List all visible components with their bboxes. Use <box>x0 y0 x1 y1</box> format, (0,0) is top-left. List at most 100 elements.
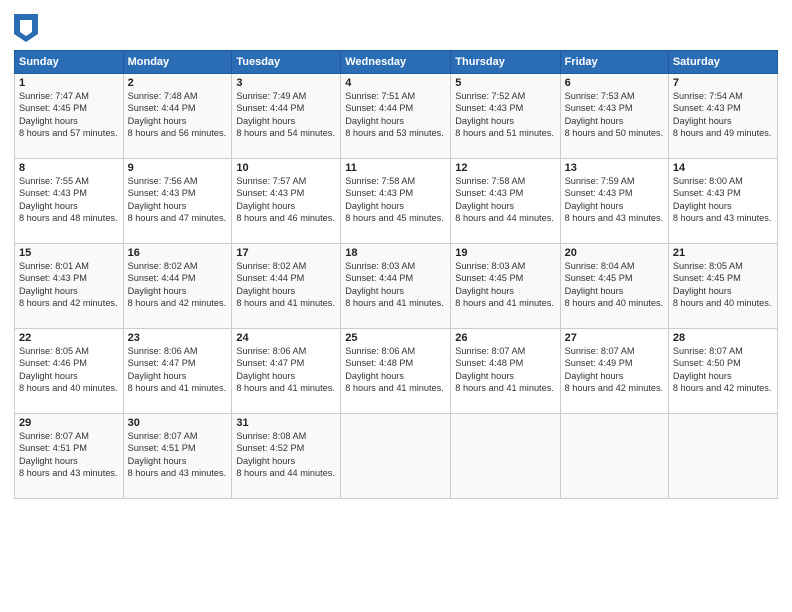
day-number: 15 <box>19 247 119 259</box>
calendar-header: SundayMondayTuesdayWednesdayThursdayFrid… <box>15 51 778 74</box>
calendar-cell: 10 Sunrise: 7:57 AMSunset: 4:43 PMDaylig… <box>232 159 341 244</box>
day-info: Sunrise: 8:03 AMSunset: 4:45 PMDaylight … <box>455 261 554 308</box>
day-info: Sunrise: 8:07 AMSunset: 4:48 PMDaylight … <box>455 346 554 393</box>
calendar-cell: 27 Sunrise: 8:07 AMSunset: 4:49 PMDaylig… <box>560 329 668 414</box>
calendar-week-row: 15 Sunrise: 8:01 AMSunset: 4:43 PMDaylig… <box>15 244 778 329</box>
calendar-cell: 26 Sunrise: 8:07 AMSunset: 4:48 PMDaylig… <box>451 329 560 414</box>
day-number: 17 <box>236 247 336 259</box>
day-number: 3 <box>236 77 336 89</box>
calendar-week-row: 22 Sunrise: 8:05 AMSunset: 4:46 PMDaylig… <box>15 329 778 414</box>
calendar-cell: 29 Sunrise: 8:07 AMSunset: 4:51 PMDaylig… <box>15 414 124 499</box>
day-info: Sunrise: 7:59 AMSunset: 4:43 PMDaylight … <box>565 176 664 223</box>
day-number: 19 <box>455 247 555 259</box>
day-info: Sunrise: 8:05 AMSunset: 4:46 PMDaylight … <box>19 346 118 393</box>
day-number: 23 <box>128 332 228 344</box>
calendar-cell: 31 Sunrise: 8:08 AMSunset: 4:52 PMDaylig… <box>232 414 341 499</box>
day-info: Sunrise: 7:51 AMSunset: 4:44 PMDaylight … <box>345 91 444 138</box>
calendar-cell: 1 Sunrise: 7:47 AMSunset: 4:45 PMDayligh… <box>15 74 124 159</box>
day-number: 13 <box>565 162 664 174</box>
calendar-body: 1 Sunrise: 7:47 AMSunset: 4:45 PMDayligh… <box>15 74 778 499</box>
day-info: Sunrise: 7:47 AMSunset: 4:45 PMDaylight … <box>19 91 118 138</box>
calendar-cell <box>668 414 777 499</box>
day-info: Sunrise: 8:03 AMSunset: 4:44 PMDaylight … <box>345 261 444 308</box>
day-number: 4 <box>345 77 446 89</box>
weekday-header: Sunday <box>15 51 124 74</box>
calendar-cell: 16 Sunrise: 8:02 AMSunset: 4:44 PMDaylig… <box>123 244 232 329</box>
day-number: 28 <box>673 332 773 344</box>
day-number: 26 <box>455 332 555 344</box>
day-number: 27 <box>565 332 664 344</box>
calendar-cell: 24 Sunrise: 8:06 AMSunset: 4:47 PMDaylig… <box>232 329 341 414</box>
day-info: Sunrise: 8:06 AMSunset: 4:47 PMDaylight … <box>236 346 335 393</box>
day-info: Sunrise: 7:55 AMSunset: 4:43 PMDaylight … <box>19 176 118 223</box>
day-info: Sunrise: 7:49 AMSunset: 4:44 PMDaylight … <box>236 91 335 138</box>
calendar-cell: 25 Sunrise: 8:06 AMSunset: 4:48 PMDaylig… <box>341 329 451 414</box>
day-number: 21 <box>673 247 773 259</box>
day-info: Sunrise: 8:02 AMSunset: 4:44 PMDaylight … <box>236 261 335 308</box>
day-info: Sunrise: 8:04 AMSunset: 4:45 PMDaylight … <box>565 261 664 308</box>
weekday-row: SundayMondayTuesdayWednesdayThursdayFrid… <box>15 51 778 74</box>
day-info: Sunrise: 8:02 AMSunset: 4:44 PMDaylight … <box>128 261 227 308</box>
day-info: Sunrise: 8:07 AMSunset: 4:50 PMDaylight … <box>673 346 772 393</box>
day-number: 30 <box>128 417 228 429</box>
day-number: 29 <box>19 417 119 429</box>
calendar-cell: 6 Sunrise: 7:53 AMSunset: 4:43 PMDayligh… <box>560 74 668 159</box>
calendar: SundayMondayTuesdayWednesdayThursdayFrid… <box>14 50 778 499</box>
day-info: Sunrise: 7:57 AMSunset: 4:43 PMDaylight … <box>236 176 335 223</box>
day-info: Sunrise: 7:58 AMSunset: 4:43 PMDaylight … <box>345 176 444 223</box>
day-info: Sunrise: 7:54 AMSunset: 4:43 PMDaylight … <box>673 91 772 138</box>
weekday-header: Thursday <box>451 51 560 74</box>
day-number: 10 <box>236 162 336 174</box>
day-info: Sunrise: 8:01 AMSunset: 4:43 PMDaylight … <box>19 261 118 308</box>
day-info: Sunrise: 8:06 AMSunset: 4:47 PMDaylight … <box>128 346 227 393</box>
day-info: Sunrise: 8:07 AMSunset: 4:51 PMDaylight … <box>128 431 227 478</box>
logo-icon <box>14 14 38 42</box>
day-number: 16 <box>128 247 228 259</box>
calendar-cell: 28 Sunrise: 8:07 AMSunset: 4:50 PMDaylig… <box>668 329 777 414</box>
calendar-cell: 12 Sunrise: 7:58 AMSunset: 4:43 PMDaylig… <box>451 159 560 244</box>
day-number: 18 <box>345 247 446 259</box>
calendar-cell: 14 Sunrise: 8:00 AMSunset: 4:43 PMDaylig… <box>668 159 777 244</box>
day-number: 24 <box>236 332 336 344</box>
day-info: Sunrise: 8:00 AMSunset: 4:43 PMDaylight … <box>673 176 772 223</box>
day-info: Sunrise: 8:07 AMSunset: 4:51 PMDaylight … <box>19 431 118 478</box>
day-number: 31 <box>236 417 336 429</box>
day-number: 2 <box>128 77 228 89</box>
main-container: SundayMondayTuesdayWednesdayThursdayFrid… <box>0 0 792 612</box>
day-info: Sunrise: 7:48 AMSunset: 4:44 PMDaylight … <box>128 91 227 138</box>
calendar-cell: 11 Sunrise: 7:58 AMSunset: 4:43 PMDaylig… <box>341 159 451 244</box>
day-info: Sunrise: 8:06 AMSunset: 4:48 PMDaylight … <box>345 346 444 393</box>
calendar-cell: 15 Sunrise: 8:01 AMSunset: 4:43 PMDaylig… <box>15 244 124 329</box>
day-info: Sunrise: 7:56 AMSunset: 4:43 PMDaylight … <box>128 176 227 223</box>
calendar-cell: 4 Sunrise: 7:51 AMSunset: 4:44 PMDayligh… <box>341 74 451 159</box>
weekday-header: Friday <box>560 51 668 74</box>
calendar-cell: 9 Sunrise: 7:56 AMSunset: 4:43 PMDayligh… <box>123 159 232 244</box>
day-number: 1 <box>19 77 119 89</box>
calendar-cell: 17 Sunrise: 8:02 AMSunset: 4:44 PMDaylig… <box>232 244 341 329</box>
calendar-cell: 22 Sunrise: 8:05 AMSunset: 4:46 PMDaylig… <box>15 329 124 414</box>
calendar-cell <box>341 414 451 499</box>
day-number: 11 <box>345 162 446 174</box>
calendar-cell: 8 Sunrise: 7:55 AMSunset: 4:43 PMDayligh… <box>15 159 124 244</box>
calendar-cell: 2 Sunrise: 7:48 AMSunset: 4:44 PMDayligh… <box>123 74 232 159</box>
calendar-cell: 23 Sunrise: 8:06 AMSunset: 4:47 PMDaylig… <box>123 329 232 414</box>
calendar-cell: 3 Sunrise: 7:49 AMSunset: 4:44 PMDayligh… <box>232 74 341 159</box>
calendar-cell <box>451 414 560 499</box>
calendar-cell: 13 Sunrise: 7:59 AMSunset: 4:43 PMDaylig… <box>560 159 668 244</box>
day-info: Sunrise: 7:58 AMSunset: 4:43 PMDaylight … <box>455 176 554 223</box>
day-number: 8 <box>19 162 119 174</box>
logo <box>14 14 41 42</box>
weekday-header: Monday <box>123 51 232 74</box>
day-number: 25 <box>345 332 446 344</box>
day-number: 5 <box>455 77 555 89</box>
calendar-week-row: 8 Sunrise: 7:55 AMSunset: 4:43 PMDayligh… <box>15 159 778 244</box>
day-number: 12 <box>455 162 555 174</box>
calendar-cell: 30 Sunrise: 8:07 AMSunset: 4:51 PMDaylig… <box>123 414 232 499</box>
calendar-cell: 7 Sunrise: 7:54 AMSunset: 4:43 PMDayligh… <box>668 74 777 159</box>
weekday-header: Wednesday <box>341 51 451 74</box>
day-number: 7 <box>673 77 773 89</box>
calendar-cell: 20 Sunrise: 8:04 AMSunset: 4:45 PMDaylig… <box>560 244 668 329</box>
calendar-cell: 18 Sunrise: 8:03 AMSunset: 4:44 PMDaylig… <box>341 244 451 329</box>
calendar-cell: 21 Sunrise: 8:05 AMSunset: 4:45 PMDaylig… <box>668 244 777 329</box>
day-info: Sunrise: 7:52 AMSunset: 4:43 PMDaylight … <box>455 91 554 138</box>
